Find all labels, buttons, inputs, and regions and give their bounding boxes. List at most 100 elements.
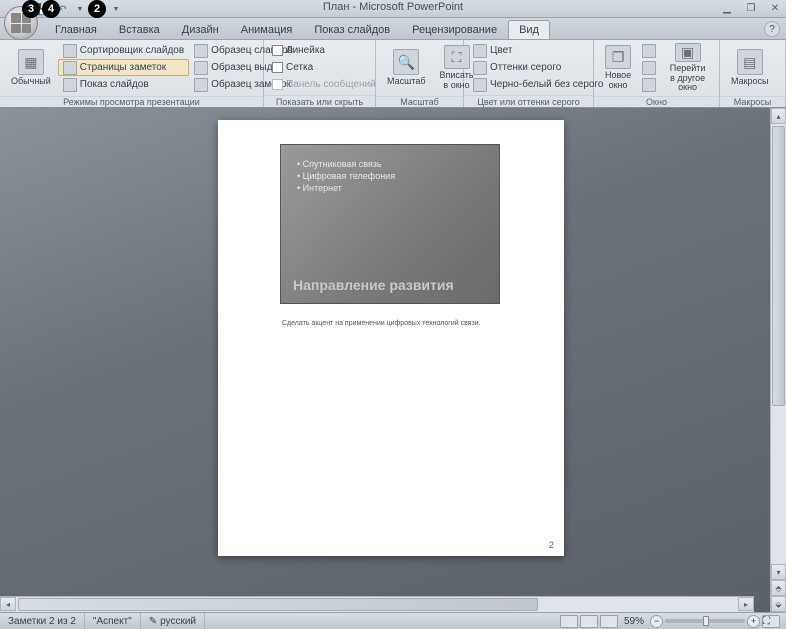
new-window-icon: ❐	[605, 45, 631, 69]
tab-view[interactable]: Вид	[508, 20, 550, 39]
color-label: Цвет	[490, 45, 512, 56]
slide-bullet: Интернет	[297, 183, 483, 193]
qat-customize-icon[interactable]: ▼	[108, 1, 124, 17]
msgbar-label: Панель сообщений	[286, 79, 376, 90]
group-macros: ▤ Макросы Макросы	[720, 40, 786, 107]
sorter-view-shortcut[interactable]	[580, 615, 598, 628]
group-label-show: Показать или скрыть	[264, 95, 375, 107]
tab-insert[interactable]: Вставка	[108, 20, 171, 39]
new-window-label: Новое окно	[605, 71, 631, 91]
grid-checkbox[interactable]	[272, 62, 283, 73]
callout-2: 2	[88, 0, 106, 18]
close-button[interactable]: ✕	[768, 1, 782, 15]
tab-design[interactable]: Дизайн	[171, 20, 230, 39]
spellcheck-icon: ✎	[149, 616, 157, 627]
undo-dropdown-icon[interactable]: ▼	[72, 1, 88, 17]
slide-thumbnail[interactable]: Спутниковая связь Цифровая телефония Инт…	[280, 144, 500, 304]
grid-label: Сетка	[286, 62, 313, 73]
zoom-out-button[interactable]: −	[650, 615, 663, 628]
scroll-up-button[interactable]: ▴	[771, 108, 786, 124]
status-theme[interactable]: "Аспект"	[85, 613, 141, 629]
slide-master-icon	[194, 44, 208, 58]
zoom-label: Масштаб	[387, 77, 426, 87]
callout-4: 4	[42, 0, 60, 18]
switch-window-button[interactable]: ▣ Перейти в другое окно	[660, 42, 715, 94]
switch-window-label: Перейти в другое окно	[667, 64, 708, 94]
ribbon: ▦ Обычный Сортировщик слайдов Страницы з…	[0, 40, 786, 108]
group-zoom: 🔍 Масштаб ⛶ Вписать в окно Масштаб	[376, 40, 464, 107]
v-scroll-thumb[interactable]	[772, 126, 785, 406]
window-title: План - Microsoft PowerPoint	[323, 1, 463, 13]
bw-icon	[473, 78, 487, 92]
zoom-in-button[interactable]: +	[747, 615, 760, 628]
statusbar: Заметки 2 из 2 "Аспект" ✎русский 59% − +…	[0, 612, 786, 629]
grayscale-button[interactable]: Оттенки серого	[468, 59, 608, 76]
next-slide-button[interactable]: ⬙	[771, 596, 786, 612]
slide-bullet: Спутниковая связь	[297, 159, 483, 169]
handout-master-icon	[194, 61, 208, 75]
scroll-down-button[interactable]: ▾	[771, 564, 786, 580]
horizontal-scrollbar[interactable]: ◂ ▸	[0, 596, 754, 612]
notes-master-icon	[194, 78, 208, 92]
scroll-left-button[interactable]: ◂	[0, 597, 16, 611]
group-label-macros: Макросы	[720, 96, 785, 107]
ruler-checkbox-row[interactable]: Линейка	[268, 42, 380, 59]
normal-view-shortcut[interactable]	[560, 615, 578, 628]
vertical-scrollbar[interactable]: ▴ ▾ ⬘ ⬙	[770, 108, 786, 612]
cascade-icon	[642, 61, 656, 75]
cascade-button[interactable]	[638, 59, 660, 76]
sorter-icon	[63, 44, 77, 58]
zoom-slider-handle[interactable]	[703, 616, 709, 626]
normal-view-button[interactable]: ▦ Обычный	[4, 42, 58, 94]
macros-button[interactable]: ▤ Макросы	[724, 42, 776, 94]
arrange-all-button[interactable]	[638, 42, 660, 59]
tab-slideshow[interactable]: Показ слайдов	[303, 20, 401, 39]
zoom-slider[interactable]	[665, 619, 745, 623]
slideshow-button[interactable]: Показ слайдов	[58, 76, 189, 93]
minimize-button[interactable]: ▁	[720, 1, 734, 15]
split-button[interactable]	[638, 76, 660, 93]
page-area: Спутниковая связь Цифровая телефония Инт…	[0, 108, 770, 612]
slideshow-shortcut[interactable]	[600, 615, 618, 628]
fit-to-window-shortcut[interactable]: ⛶	[762, 615, 780, 628]
callout-3: 3	[22, 0, 40, 18]
normal-view-icon: ▦	[18, 49, 44, 75]
notes-page[interactable]: Спутниковая связь Цифровая телефония Инт…	[218, 120, 564, 556]
normal-view-label: Обычный	[11, 77, 51, 87]
group-presentation-views: ▦ Обычный Сортировщик слайдов Страницы з…	[0, 40, 264, 107]
h-scroll-track[interactable]	[16, 597, 738, 612]
slide-sorter-button[interactable]: Сортировщик слайдов	[58, 42, 189, 59]
ruler-checkbox[interactable]	[272, 45, 283, 56]
tab-review[interactable]: Рецензирование	[401, 20, 508, 39]
bw-button[interactable]: Черно-белый без серого	[468, 76, 608, 93]
slide-bullet: Цифровая телефония	[297, 171, 483, 181]
notes-page-button[interactable]: Страницы заметок	[58, 59, 189, 76]
tab-home[interactable]: Главная	[44, 20, 108, 39]
msgbar-checkbox	[272, 79, 283, 90]
help-button[interactable]: ?	[764, 21, 780, 37]
v-scroll-track[interactable]	[771, 124, 786, 564]
msgbar-checkbox-row: Панель сообщений	[268, 76, 380, 93]
notes-text[interactable]: Сделать акцент на применении цифровых те…	[282, 320, 481, 327]
restore-button[interactable]: ❐	[744, 1, 758, 15]
new-window-button[interactable]: ❐ Новое окно	[598, 42, 638, 94]
prev-slide-button[interactable]: ⬘	[771, 580, 786, 596]
h-scroll-thumb[interactable]	[18, 598, 538, 611]
split-icon	[642, 78, 656, 92]
slideshow-icon	[63, 78, 77, 92]
zoom-value[interactable]: 59%	[624, 616, 644, 627]
window-controls: ▁ ❐ ✕	[720, 1, 782, 15]
group-color: Цвет Оттенки серого Черно-белый без серо…	[464, 40, 594, 107]
status-slide-counter[interactable]: Заметки 2 из 2	[0, 613, 85, 629]
zoom-button[interactable]: 🔍 Масштаб	[380, 42, 433, 94]
workspace: Спутниковая связь Цифровая телефония Инт…	[0, 108, 786, 612]
tab-animation[interactable]: Анимация	[230, 20, 304, 39]
status-language[interactable]: ✎русский	[141, 613, 205, 629]
group-label-views: Режимы просмотра презентации	[0, 96, 263, 107]
color-button[interactable]: Цвет	[468, 42, 608, 59]
group-label-color: Цвет или оттенки серого	[464, 95, 593, 107]
scroll-right-button[interactable]: ▸	[738, 597, 754, 611]
bw-label: Черно-белый без серого	[490, 79, 603, 90]
slide-title: Направление развития	[293, 277, 454, 293]
grid-checkbox-row[interactable]: Сетка	[268, 59, 380, 76]
